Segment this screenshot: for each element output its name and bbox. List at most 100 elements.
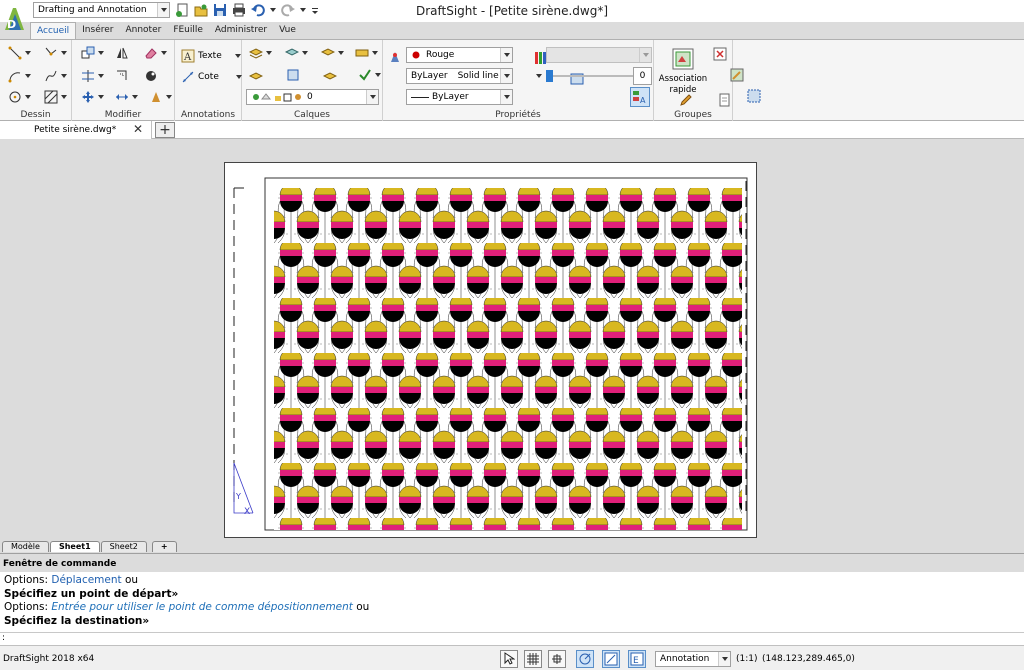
command-window-title: Fenêtre de commande bbox=[0, 553, 1024, 572]
copy-icon[interactable] bbox=[81, 46, 95, 60]
app-logo-icon[interactable]: D bbox=[3, 4, 29, 34]
cursor-select-button[interactable] bbox=[500, 650, 518, 668]
ortho-button[interactable] bbox=[548, 650, 566, 668]
chevron-down-icon bbox=[500, 69, 512, 83]
hatch-icon[interactable] bbox=[44, 90, 58, 104]
circle-icon[interactable] bbox=[8, 90, 22, 104]
layer-walk-icon[interactable] bbox=[355, 46, 369, 60]
or-label: ou bbox=[352, 601, 370, 613]
color-select[interactable]: Rouge bbox=[406, 47, 513, 63]
layout-tab-modele[interactable]: Modèle bbox=[2, 541, 49, 552]
dimension-button[interactable]: Cote bbox=[181, 70, 242, 84]
customize-toolbar-icon[interactable] bbox=[311, 3, 319, 17]
dimension-label: Cote bbox=[198, 72, 219, 82]
workspace-select[interactable]: Drafting and Annotation bbox=[33, 2, 170, 18]
print-icon[interactable] bbox=[232, 3, 246, 17]
etrack-button[interactable]: E bbox=[628, 650, 646, 668]
tab-inserer[interactable]: Insérer bbox=[76, 22, 119, 39]
layout-tabs: Modèle Sheet1 Sheet2 + bbox=[0, 540, 1024, 552]
edit-group-icon[interactable] bbox=[730, 68, 744, 82]
undo-dropdown-icon[interactable] bbox=[270, 8, 276, 12]
erase-icon[interactable] bbox=[144, 46, 158, 60]
layer-previous-icon[interactable] bbox=[320, 46, 336, 60]
cursor-icon bbox=[503, 652, 516, 666]
title-bar: D Drafting and Annotation DraftSight - [… bbox=[0, 0, 1024, 31]
polar-button[interactable] bbox=[576, 650, 594, 668]
paper-sheet[interactable]: Y X bbox=[224, 162, 757, 538]
text-icon: A bbox=[181, 49, 195, 63]
ribbon-tabs: Accueil Insérer Annoter FEuille Administ… bbox=[30, 22, 302, 39]
layer-freeze-icon[interactable] bbox=[248, 68, 264, 82]
tab-annoter[interactable]: Annoter bbox=[119, 22, 167, 39]
transparency-input[interactable]: 0 bbox=[633, 67, 652, 85]
linetype-value: Solid line bbox=[457, 71, 499, 81]
move-icon[interactable] bbox=[81, 90, 95, 104]
quick-group-button[interactable]: Association rapide bbox=[658, 48, 708, 96]
grid-icon bbox=[526, 652, 540, 666]
text-button[interactable]: A Texte bbox=[181, 49, 241, 63]
open-folder-icon[interactable] bbox=[194, 3, 208, 17]
drawing-canvas[interactable]: Y X bbox=[225, 163, 758, 539]
layout-tab-sheet1[interactable]: Sheet1 bbox=[49, 541, 100, 552]
properties-paint-icon[interactable] bbox=[149, 90, 163, 104]
transparency-slider[interactable] bbox=[546, 70, 633, 82]
redo-icon[interactable] bbox=[281, 3, 295, 17]
svg-text:X: X bbox=[244, 507, 250, 517]
ungroup-icon[interactable] bbox=[713, 47, 727, 61]
redo-dropdown-icon[interactable] bbox=[300, 8, 306, 12]
command-input[interactable]: : bbox=[0, 632, 1024, 645]
group-select-icon[interactable] bbox=[747, 89, 761, 103]
new-file-icon[interactable] bbox=[175, 3, 189, 17]
layer-lock-icon bbox=[273, 90, 283, 104]
stretch-icon[interactable] bbox=[115, 90, 129, 104]
chevron-down-icon bbox=[366, 90, 378, 104]
offset-icon[interactable] bbox=[115, 69, 129, 83]
explode-icon[interactable] bbox=[144, 69, 158, 83]
esnap-button[interactable] bbox=[602, 650, 620, 668]
transparency-thumb[interactable] bbox=[546, 70, 553, 82]
lineweight-select[interactable]: ByLayer bbox=[406, 89, 513, 105]
linetype-scale-dropdown-icon[interactable] bbox=[536, 74, 542, 78]
mirror-icon[interactable] bbox=[115, 46, 129, 60]
undo-icon[interactable] bbox=[251, 3, 265, 17]
group-label-annotations: Annotations bbox=[180, 110, 236, 120]
layer-state-icon[interactable] bbox=[284, 46, 300, 60]
group-label-modifier: Modifier bbox=[104, 110, 142, 120]
annotation-scale-select[interactable]: Annotation bbox=[655, 651, 731, 667]
tab-feuille[interactable]: FEuille bbox=[167, 22, 209, 39]
line-icon[interactable] bbox=[8, 46, 22, 60]
group-dessin: Dessin bbox=[0, 40, 72, 122]
layer-match-icon[interactable] bbox=[322, 68, 338, 82]
hatch-pattern[interactable] bbox=[274, 188, 742, 530]
tab-accueil[interactable]: Accueil bbox=[30, 22, 77, 39]
layout-tab-sheet2[interactable]: Sheet2 bbox=[100, 541, 147, 552]
tab-administrer[interactable]: Administrer bbox=[209, 22, 273, 39]
layer-select[interactable]: 0 bbox=[246, 89, 379, 105]
layer-print-icon bbox=[293, 90, 305, 104]
trim-icon[interactable] bbox=[81, 69, 95, 83]
grid-button[interactable] bbox=[524, 650, 542, 668]
close-icon[interactable]: ✕ bbox=[133, 122, 143, 136]
tab-vue[interactable]: Vue bbox=[273, 22, 302, 39]
layer-manager-icon[interactable] bbox=[248, 46, 264, 60]
arc-icon[interactable] bbox=[8, 69, 22, 83]
linetype-select[interactable]: ByLayer Solid line bbox=[406, 68, 513, 84]
svg-text:Y: Y bbox=[235, 492, 241, 501]
add-layout-button[interactable]: + bbox=[151, 541, 177, 552]
option-link-deplacement[interactable]: Déplacement bbox=[51, 574, 121, 586]
group-proprietes: Rouge ByLayer Solid line 0 ByLayer A Pro… bbox=[383, 40, 730, 122]
quick-properties-icon[interactable]: A bbox=[630, 87, 651, 107]
group-modifier: Modifier bbox=[72, 40, 175, 122]
spline-icon[interactable] bbox=[44, 69, 58, 83]
new-tab-button[interactable]: + bbox=[155, 122, 175, 138]
option-link-entree[interactable]: Entrée pour utiliser le point de comme d… bbox=[51, 601, 353, 613]
match-properties-icon[interactable] bbox=[388, 50, 402, 64]
layer-color-icon bbox=[283, 90, 293, 104]
save-icon[interactable] bbox=[213, 3, 227, 17]
svg-text:A: A bbox=[640, 96, 646, 105]
layer-apply-icon[interactable] bbox=[358, 68, 372, 82]
document-tab[interactable]: Petite sirène.dwg* ✕ bbox=[0, 121, 152, 139]
group-groupes: Association rapide Groupes bbox=[654, 40, 761, 122]
polyline-icon[interactable] bbox=[44, 46, 58, 60]
layer-isolate-icon[interactable] bbox=[286, 68, 300, 82]
